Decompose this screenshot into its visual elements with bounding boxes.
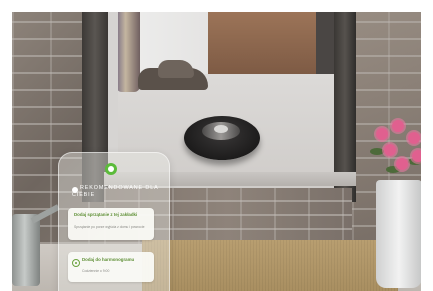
boots: [138, 60, 208, 90]
card-subtitle: Sprzątanie po porze wyjścia z domu i pow…: [74, 225, 145, 229]
flower: [412, 150, 421, 162]
roomba-leaf-icon: [105, 163, 117, 175]
leaf: [370, 148, 384, 155]
target-icon: [72, 259, 80, 267]
schedule-card[interactable]: Dodaj do harmonogramu Codziennie o 9:00: [68, 252, 154, 282]
recommendation-card[interactable]: Dodaj sprzątanie z tej zakładki Sprzątan…: [68, 208, 154, 240]
flower: [408, 132, 420, 144]
door-edge: [108, 12, 118, 152]
recommendation-title-line2: CIEBIE: [72, 192, 96, 198]
flower: [384, 144, 396, 156]
app-screenshot: REKOMENDOWANE DLA CIEBIE Dodaj sprzątani…: [0, 0, 433, 291]
flower-pot: [376, 180, 421, 288]
recommendation-title-line1: REKOMENDOWANE DLA: [80, 185, 159, 191]
watering-can: [12, 214, 40, 286]
flowers: [368, 114, 421, 184]
flower: [392, 120, 404, 132]
recommendation-heading: REKOMENDOWANE DLA CIEBIE: [72, 185, 166, 199]
interior-door: [316, 12, 334, 76]
doormat: [142, 240, 398, 291]
flower: [396, 158, 408, 170]
umbrella: [116, 12, 140, 92]
card-title: Dodaj sprzątanie z tej zakładki: [74, 212, 138, 217]
flower: [376, 128, 388, 140]
card-subtitle: Codziennie o 9:00: [82, 269, 110, 273]
card-title: Dodaj do harmonogramu: [82, 257, 135, 262]
robot-button: [214, 125, 228, 133]
